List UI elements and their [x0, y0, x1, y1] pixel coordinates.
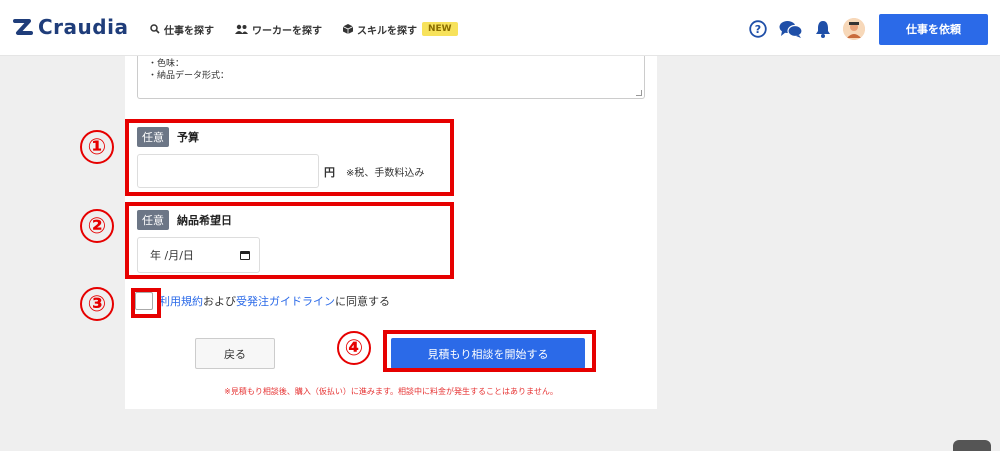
annotation-number-4: ④ — [337, 331, 371, 365]
agree-suffix: に同意する — [335, 295, 390, 308]
annotation-number-1: ① — [80, 130, 114, 164]
header-actions: ? 仕事を依頼 — [749, 13, 988, 45]
logo-text: Craudia — [38, 15, 129, 39]
textarea-line: ・納品データ形式： — [148, 71, 230, 81]
back-button[interactable]: 戻る — [195, 338, 275, 369]
annotation-number-3: ③ — [80, 287, 114, 321]
new-badge: NEW — [422, 22, 458, 36]
annotation-box-3 — [131, 288, 161, 318]
request-job-button[interactable]: 仕事を依頼 — [879, 13, 988, 45]
resize-handle-icon[interactable] — [636, 90, 642, 96]
main-nav: 仕事を探す ワーカーを探す スキルを探す NEW — [150, 18, 479, 40]
terms-link[interactable]: 利用規約 — [159, 293, 203, 309]
details-textarea[interactable]: ・色味： ・納品データ形式： — [137, 56, 645, 99]
nav-find-jobs[interactable]: 仕事を探す — [150, 22, 214, 37]
help-icon[interactable]: ? — [749, 20, 767, 38]
nav-find-workers-label: ワーカーを探す — [252, 25, 322, 37]
nav-find-jobs-label: 仕事を探す — [164, 25, 214, 37]
corner-widget-tab[interactable] — [953, 440, 991, 451]
svg-text:?: ? — [755, 23, 761, 36]
search-icon — [150, 24, 160, 34]
logo-mark-icon — [13, 19, 33, 35]
top-header: Craudia 仕事を探す ワーカーを探す スキルを探す NEW ? 仕事を依頼 — [0, 0, 1000, 56]
nav-find-skills[interactable]: スキルを探す NEW — [343, 22, 458, 37]
avatar[interactable] — [843, 18, 865, 40]
nav-find-workers[interactable]: ワーカーを探す — [235, 22, 322, 37]
annotation-box-2 — [125, 202, 454, 279]
cube-icon — [343, 24, 353, 34]
textarea-line: ・色味： — [148, 59, 185, 69]
annotation-number-2: ② — [80, 209, 114, 243]
annotation-box-4 — [383, 330, 596, 372]
craudia-logo[interactable]: Craudia — [12, 12, 128, 42]
annotation-box-1 — [125, 119, 454, 196]
agreement-row: 利用規約 および 受発注ガイドライン に同意する — [135, 292, 390, 310]
chat-icon[interactable] — [779, 20, 803, 38]
users-icon — [235, 24, 248, 34]
and-text: および — [203, 295, 236, 308]
guideline-link[interactable]: 受発注ガイドライン — [236, 293, 335, 309]
nav-find-skills-label: スキルを探す — [357, 25, 417, 37]
bell-icon[interactable] — [815, 20, 831, 38]
consultation-note: ※見積もり相談後、購入（仮払い）に進みます。相談中に料金が発生することはありませ… — [224, 387, 558, 396]
